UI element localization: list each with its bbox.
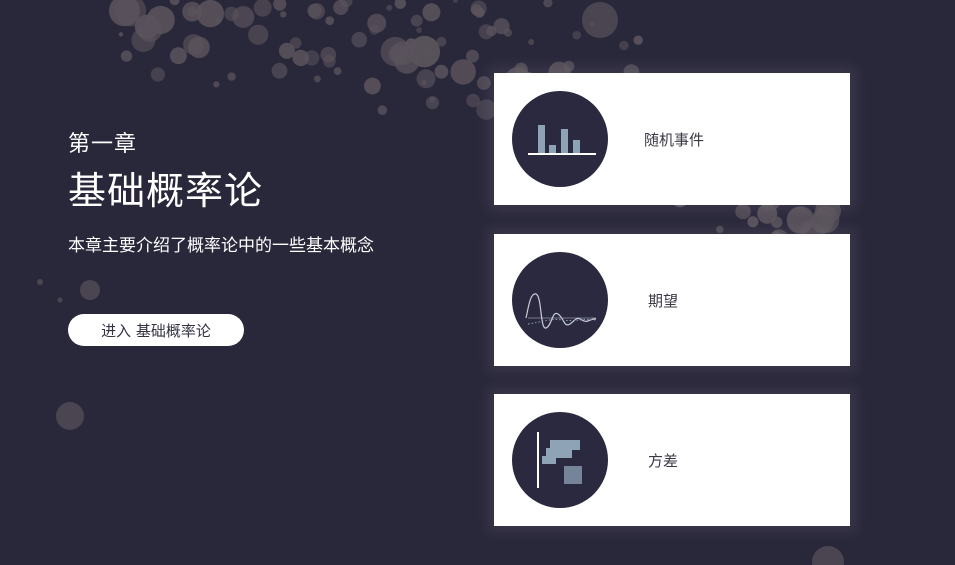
bubble-decoration: [273, 0, 287, 11]
card-label: 期望: [648, 292, 679, 310]
wave-icon: [512, 252, 608, 348]
bubble-decoration: [416, 69, 436, 89]
bubble-decoration: [333, 67, 342, 75]
bubble-decoration: [188, 36, 210, 59]
bubble-decoration: [280, 11, 287, 18]
bubble-decoration: [253, 0, 272, 17]
bubble-decoration: [150, 67, 165, 82]
card-label: 随机事件: [644, 131, 705, 149]
bubble-decoration: [429, 96, 436, 103]
bubble-decoration: [80, 280, 100, 300]
bubble-decoration: [313, 75, 321, 83]
bubble-decoration: [169, 47, 187, 65]
bubble-decoration: [735, 203, 751, 220]
hero: 第一章 基础概率论 本章主要介绍了概率论中的一些基本概念: [68, 126, 374, 256]
bubble-decoration: [436, 36, 447, 47]
bubble-decoration: [271, 62, 288, 79]
bubble-decoration: [308, 3, 325, 20]
bubble-decoration: [528, 39, 535, 45]
bubble-decoration: [466, 49, 479, 63]
bar-chart-icon: [512, 91, 608, 187]
bubble-decoration: [787, 207, 813, 233]
bubble-decoration: [410, 14, 423, 27]
bubble-decoration: [57, 297, 63, 303]
bubble-decoration: [227, 72, 236, 81]
bubble-decoration: [474, 7, 485, 18]
chapter-label: 第一章: [68, 132, 138, 157]
bubble-decoration: [543, 0, 553, 8]
chapter-description: 本章主要介绍了概率论中的一些基本概念: [68, 236, 374, 256]
bubble-decoration: [333, 0, 349, 15]
page-title: 基础概率论: [68, 169, 264, 213]
bubble-decoration: [572, 30, 582, 40]
bubble-decoration: [37, 279, 43, 285]
bubble-decoration: [377, 105, 388, 115]
bubble-decoration: [716, 225, 724, 234]
histogram-icon: [512, 412, 608, 508]
card-variance[interactable]: 方差: [494, 394, 850, 526]
bubble-decoration: [367, 13, 387, 33]
card-expectation[interactable]: 期望: [494, 234, 850, 366]
bubble-decoration: [770, 216, 783, 228]
bubble-decoration: [118, 32, 124, 37]
bubble-decoration: [56, 402, 84, 430]
bubble-decoration: [394, 0, 406, 9]
bubble-decoration: [416, 27, 422, 33]
bubble-decoration: [120, 50, 133, 62]
card-random-events[interactable]: 随机事件: [494, 73, 850, 205]
bubble-decoration: [828, 212, 835, 219]
bubble-decoration: [422, 3, 441, 22]
bubble-decoration: [747, 216, 759, 228]
bubble-decoration: [169, 0, 180, 6]
bubble-decoration: [452, 0, 458, 3]
bubble-decoration: [182, 1, 203, 22]
bubble-decoration: [224, 6, 239, 21]
bubble-decoration: [633, 35, 643, 45]
bubble-decoration: [138, 18, 162, 42]
bubble-decoration: [450, 59, 476, 85]
card-label: 方差: [648, 452, 679, 470]
bubble-decoration: [292, 49, 309, 67]
bubble-decoration: [812, 546, 844, 565]
bubble-decoration: [476, 76, 491, 90]
bubble-decoration: [323, 55, 336, 68]
bubble-decoration: [364, 77, 381, 95]
bubble-decoration: [213, 81, 220, 88]
bubble-decoration: [248, 24, 269, 45]
bubble-decoration: [503, 28, 512, 37]
bubble-decoration: [582, 2, 618, 38]
bubble-decoration: [619, 40, 629, 51]
bubble-decoration: [351, 31, 368, 48]
bubble-decoration: [434, 64, 449, 79]
bubble-decoration: [466, 93, 480, 108]
bubble-decoration: [380, 36, 410, 67]
bubble-decoration: [325, 16, 335, 26]
bubble-decoration: [386, 4, 393, 11]
bubble-decoration: [423, 45, 432, 55]
enter-chapter-button[interactable]: 进入 基础概率论: [68, 314, 244, 346]
bubble-decoration: [289, 37, 302, 49]
